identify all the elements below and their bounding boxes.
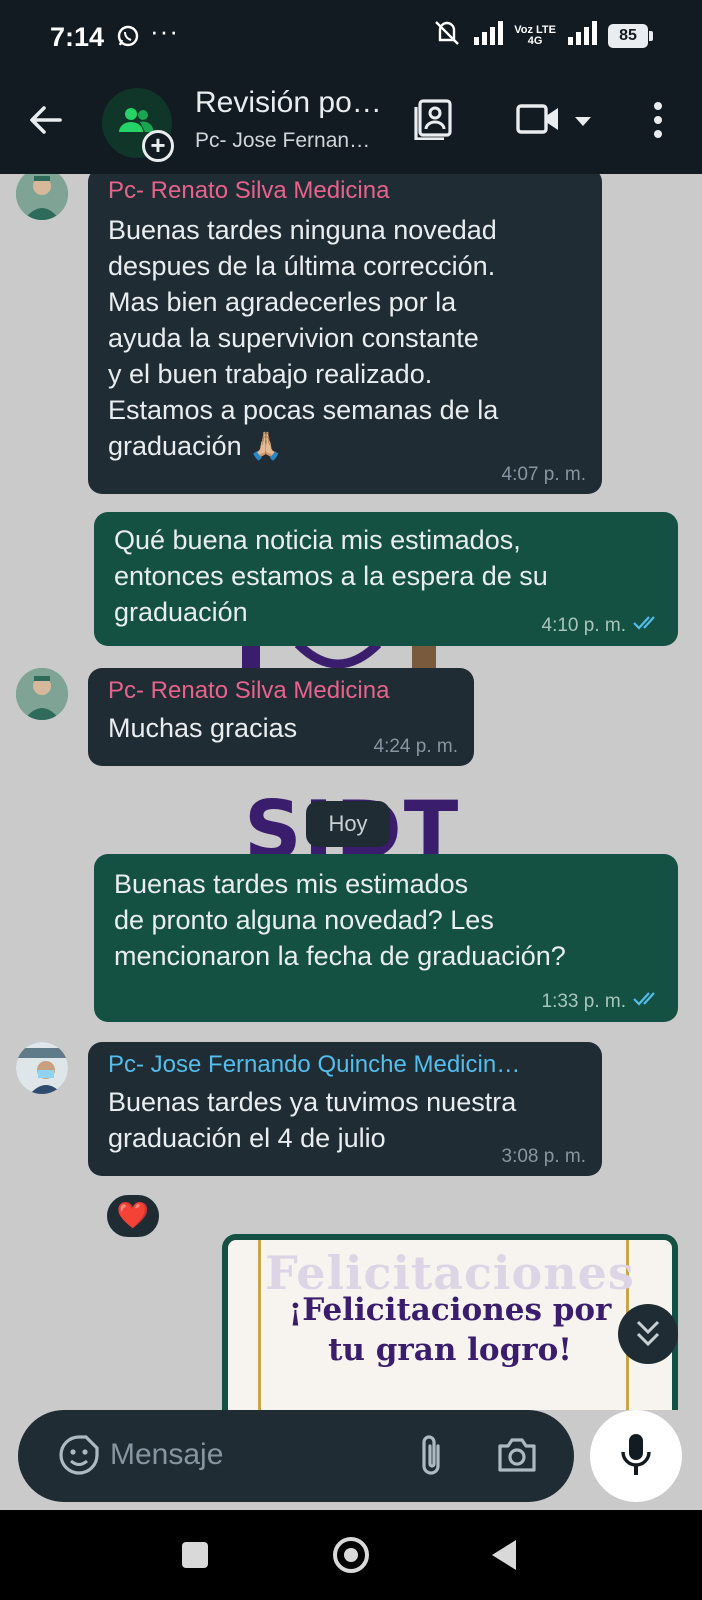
mute-vibrate-icon bbox=[432, 20, 462, 51]
congratulations-image[interactable]: Felicitaciones ¡Felicitaciones por tu gr… bbox=[228, 1240, 672, 1410]
microphone-icon bbox=[621, 1434, 651, 1475]
back-arrow-icon[interactable] bbox=[28, 102, 64, 143]
avatar[interactable] bbox=[16, 1042, 68, 1094]
message-time-label: 4:10 p. m. bbox=[541, 615, 627, 636]
read-receipt-icon bbox=[632, 614, 662, 638]
message-list[interactable]: SIDT Pc- Renato Silva Medicina Buenas ta… bbox=[0, 174, 702, 1410]
chevron-down-icon[interactable] bbox=[574, 115, 592, 133]
signal-icon bbox=[472, 21, 504, 50]
message-bubble[interactable]: Pc- Renato Silva Medicina Buenas tardes … bbox=[88, 174, 602, 494]
image-headline: ¡Felicitaciones por bbox=[288, 1292, 612, 1328]
image-message[interactable]: Felicitaciones ¡Felicitaciones por tu gr… bbox=[222, 1234, 678, 1410]
video-call-icon[interactable] bbox=[516, 102, 560, 141]
avatar[interactable] bbox=[16, 668, 68, 720]
composer bbox=[18, 1410, 574, 1502]
group-avatar[interactable]: + bbox=[102, 88, 174, 162]
message-time: 4:07 p. m. bbox=[502, 464, 587, 486]
message-sender[interactable]: Pc- Jose Fernando Quinche Medicin… bbox=[108, 1050, 586, 1080]
message-time-label: 4:07 p. m. bbox=[501, 464, 587, 485]
message-time: 3:08 p. m. bbox=[502, 1146, 587, 1168]
voice-record-button[interactable] bbox=[590, 1410, 682, 1502]
message-sender[interactable]: Pc- Renato Silva Medicina bbox=[108, 176, 586, 206]
message-text: Buenas tardes mis estimados de pronto al… bbox=[114, 869, 566, 971]
signal-icon-2 bbox=[566, 21, 598, 50]
status-bar: 7:14 ··· Voz LTE 4G 85 bbox=[0, 0, 702, 78]
image-headline-2: tu gran logro! bbox=[328, 1332, 572, 1368]
message-bubble[interactable]: Pc- Renato Silva Medicina Muchas gracias… bbox=[88, 668, 474, 766]
message-time: 4:24 p. m. bbox=[374, 736, 459, 758]
heart-reaction[interactable]: ❤️ bbox=[104, 1192, 162, 1240]
volte-indicator: Voz LTE 4G bbox=[514, 24, 556, 47]
message-time-label: 3:08 p. m. bbox=[501, 1146, 587, 1167]
read-receipt-icon bbox=[632, 990, 662, 1014]
paperclip-icon[interactable] bbox=[416, 1432, 446, 1483]
double-chevron-down-icon bbox=[634, 1318, 662, 1355]
message-text: Buenas tardes ninguna novedad despues de… bbox=[108, 215, 499, 461]
message-time-label: 4:24 p. m. bbox=[373, 736, 459, 757]
network-label: 4G bbox=[527, 34, 543, 47]
system-navigation-bar bbox=[0, 1510, 702, 1600]
system-indicators: Voz LTE 4G 85 bbox=[432, 20, 653, 51]
message-time: 4:10 p. m. bbox=[542, 614, 663, 638]
sticker-emoji-icon[interactable] bbox=[58, 1434, 100, 1481]
message-time-label: 1:33 p. m. bbox=[541, 991, 627, 1012]
battery-indicator: 85 bbox=[608, 23, 653, 48]
chat-participants[interactable]: Pc- Jose Fernan… bbox=[195, 129, 370, 153]
more-vert-icon[interactable] bbox=[652, 100, 664, 145]
more-notifications-icon: ··· bbox=[150, 16, 179, 46]
clock: 7:14 bbox=[50, 22, 105, 52]
recent-apps-button[interactable] bbox=[182, 1542, 208, 1568]
message-bubble[interactable]: Buenas tardes mis estimados de pronto al… bbox=[94, 854, 678, 1022]
camera-icon[interactable] bbox=[496, 1436, 538, 1479]
composer-bar bbox=[0, 1410, 702, 1510]
back-button[interactable] bbox=[492, 1540, 516, 1570]
chat-title[interactable]: Revisión po… bbox=[195, 86, 382, 120]
contacts-icon[interactable] bbox=[414, 98, 454, 145]
avatar[interactable] bbox=[16, 174, 68, 220]
message-sender[interactable]: Pc- Renato Silva Medicina bbox=[108, 676, 458, 706]
home-button[interactable] bbox=[333, 1537, 369, 1573]
scroll-to-bottom-button[interactable] bbox=[618, 1304, 678, 1364]
chat-header: + Revisión po… Pc- Jose Fernan… bbox=[0, 78, 702, 174]
message-input[interactable] bbox=[110, 1426, 380, 1484]
whatsapp-notification-icon bbox=[116, 24, 140, 53]
add-icon: + bbox=[142, 130, 174, 162]
date-chip: Hoy bbox=[306, 801, 390, 847]
message-bubble[interactable]: Pc- Jose Fernando Quinche Medicin… Buena… bbox=[88, 1042, 602, 1176]
message-bubble[interactable]: Qué buena noticia mis estimados, entonce… bbox=[94, 512, 678, 646]
message-time: 1:33 p. m. bbox=[542, 990, 663, 1014]
